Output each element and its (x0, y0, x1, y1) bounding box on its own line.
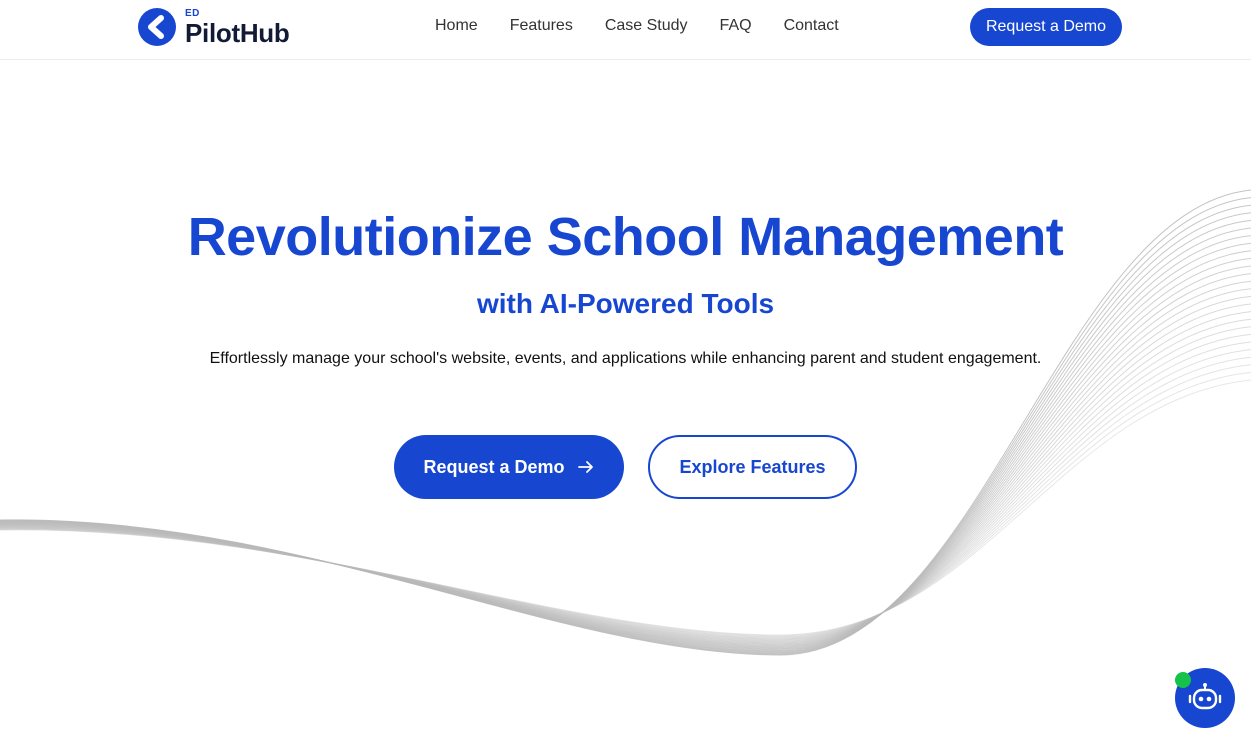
wave-line (0, 280, 1251, 646)
nav-link-faq[interactable]: FAQ (720, 17, 752, 35)
nav-request-demo-button[interactable]: Request a Demo (970, 8, 1122, 46)
chat-online-indicator (1175, 672, 1191, 688)
wave-line (0, 326, 1251, 642)
robot-icon (1188, 683, 1222, 710)
hero-request-demo-button[interactable]: Request a Demo (394, 435, 624, 499)
explore-features-button[interactable]: Explore Features (648, 435, 857, 499)
nav-link-features[interactable]: Features (510, 17, 573, 35)
wave-line (0, 295, 1251, 645)
wave-line (0, 333, 1251, 641)
wave-line (0, 349, 1251, 639)
logo[interactable]: ED PilotHub (137, 7, 305, 48)
wave-line (0, 204, 1251, 654)
wave-line (0, 356, 1251, 638)
hero-subtitle: with AI-Powered Tools (476, 288, 775, 319)
nav-link-case-study[interactable]: Case Study (605, 17, 688, 35)
logo-name: PilotHub (185, 18, 290, 48)
main-nav: Home Features Case Study FAQ Contact (435, 17, 871, 35)
hero-request-demo-label: Request a Demo (423, 456, 565, 477)
wave-line (0, 219, 1251, 653)
hero-description: Effortlessly manage your school's websit… (209, 350, 1042, 367)
wave-line (0, 379, 1251, 636)
wave-line (0, 371, 1251, 637)
wave-line (0, 273, 1251, 647)
logo-wordmark: ED PilotHub (185, 7, 305, 48)
nav-link-home[interactable]: Home (435, 17, 478, 35)
nav-link-contact[interactable]: Contact (784, 17, 839, 35)
logo-icon (138, 8, 176, 46)
hero-title: Revolutionize School Management (187, 207, 1064, 267)
arrow-right-icon (577, 461, 593, 473)
navbar: ED PilotHub Home Features Case Study FAQ… (0, 0, 1251, 60)
